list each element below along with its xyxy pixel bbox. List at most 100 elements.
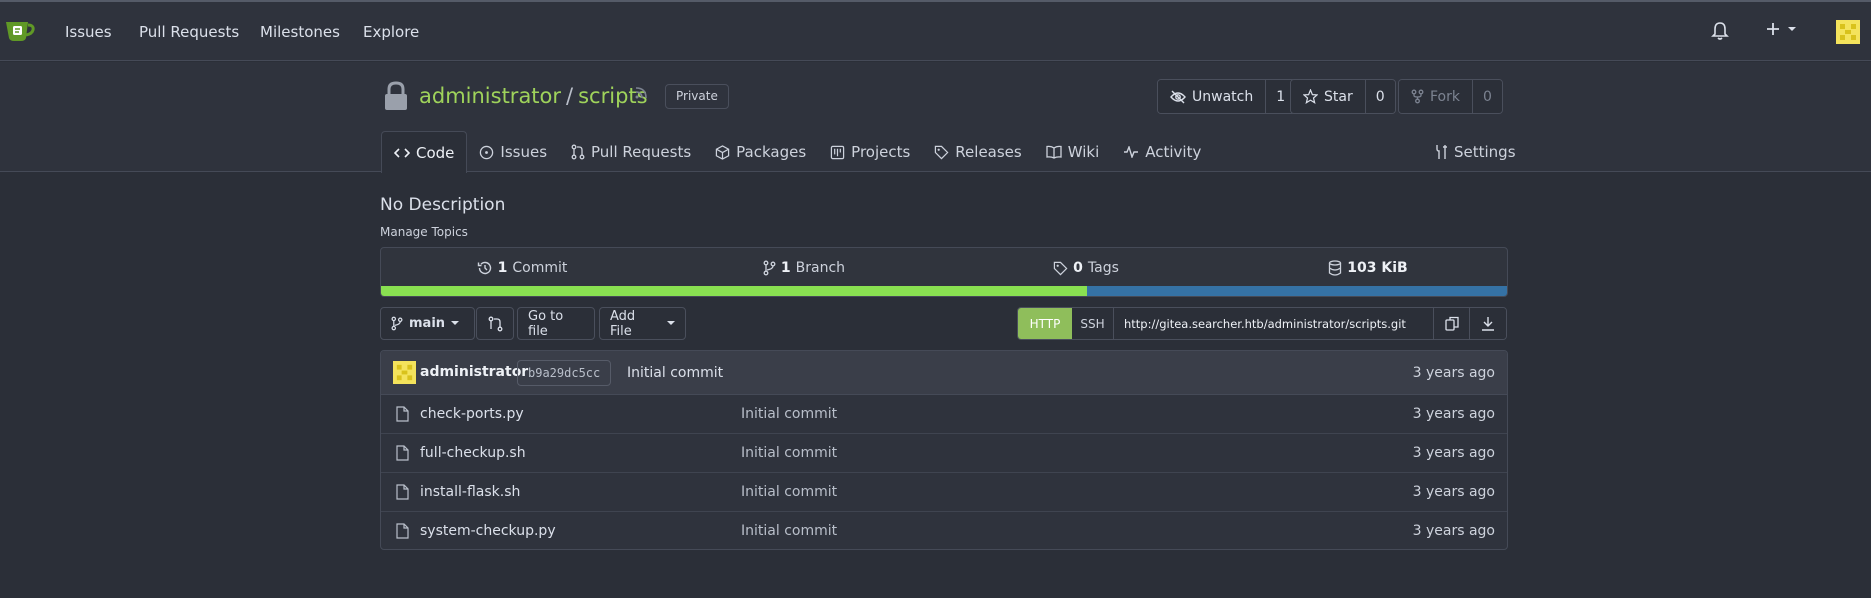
nav-explore[interactable]: Explore bbox=[363, 23, 419, 41]
file-age: 3 years ago bbox=[1412, 406, 1495, 422]
file-name-link[interactable]: check-ports.py bbox=[420, 406, 524, 422]
copy-url-button[interactable] bbox=[1434, 308, 1470, 339]
avatar[interactable] bbox=[393, 361, 416, 384]
branches-stat[interactable]: 1 Branch bbox=[663, 248, 945, 288]
compare-button[interactable] bbox=[476, 307, 514, 340]
commit-sha-link[interactable]: b9a29dc5cc bbox=[517, 360, 612, 386]
tab-packages-label: Packages bbox=[736, 143, 807, 161]
file-name-link[interactable]: install-flask.sh bbox=[420, 484, 520, 500]
fork-icon bbox=[1411, 89, 1424, 104]
project-icon bbox=[830, 145, 845, 159]
commit-age: 3 years ago bbox=[1412, 365, 1495, 381]
repo-title: administrator / scripts bbox=[419, 84, 648, 108]
language-bar-segment bbox=[381, 286, 1087, 296]
branch-selector[interactable]: main bbox=[380, 307, 475, 340]
repo-tabs: Code Issues Pull Requests Packages Proje… bbox=[381, 131, 1213, 173]
package-icon bbox=[715, 144, 730, 160]
repo-size: 103 KiB bbox=[1347, 260, 1408, 276]
fork-count[interactable]: 0 bbox=[1472, 80, 1502, 113]
caret-down-icon bbox=[451, 321, 460, 325]
nav-milestones[interactable]: Milestones bbox=[260, 23, 340, 41]
tab-projects-label: Projects bbox=[851, 143, 911, 161]
file-name-link[interactable]: full-checkup.sh bbox=[420, 445, 526, 461]
lock-icon bbox=[385, 81, 407, 110]
tab-activity[interactable]: Activity bbox=[1111, 131, 1213, 173]
tag-icon bbox=[1053, 261, 1068, 275]
rss-feed-icon[interactable] bbox=[634, 86, 648, 100]
settings-label: Settings bbox=[1454, 143, 1516, 161]
tab-projects[interactable]: Projects bbox=[818, 131, 922, 173]
tab-settings[interactable]: Settings bbox=[1422, 131, 1528, 173]
star-label: Star bbox=[1324, 88, 1353, 105]
branch-name: main bbox=[409, 316, 446, 331]
commit-message-link[interactable]: Initial commit bbox=[627, 365, 723, 381]
issue-icon bbox=[480, 145, 494, 159]
nav-pull-requests[interactable]: Pull Requests bbox=[139, 23, 239, 41]
repo-owner-link[interactable]: administrator bbox=[419, 84, 561, 108]
clone-panel: HTTP SSH http://gitea.searcher.htb/admin… bbox=[1017, 307, 1507, 340]
ssh-clone-button[interactable]: SSH bbox=[1072, 308, 1114, 339]
commit-author-link[interactable]: administrator bbox=[420, 364, 528, 380]
branch-icon bbox=[391, 316, 403, 331]
add-file-label: Add File bbox=[610, 308, 636, 339]
tools-icon bbox=[1436, 145, 1447, 159]
git-compare-icon bbox=[488, 316, 502, 331]
branches-label: Branch bbox=[795, 260, 846, 276]
notifications-bell-icon[interactable] bbox=[1711, 21, 1729, 41]
fork-label: Fork bbox=[1430, 88, 1460, 105]
user-avatar-menu[interactable] bbox=[1836, 20, 1860, 44]
gitea-logo-icon[interactable] bbox=[4, 16, 35, 44]
file-icon bbox=[396, 523, 409, 539]
tab-pull-requests[interactable]: Pull Requests bbox=[559, 131, 703, 173]
go-to-file-button[interactable]: Go to file bbox=[517, 307, 595, 340]
tab-code[interactable]: Code bbox=[381, 131, 468, 173]
download-button[interactable] bbox=[1470, 308, 1506, 339]
unwatch-button[interactable]: Unwatch bbox=[1158, 80, 1267, 113]
star-button[interactable]: Star bbox=[1291, 80, 1366, 113]
star-icon bbox=[1303, 89, 1318, 104]
tag-icon bbox=[935, 145, 949, 159]
create-new-menu[interactable] bbox=[1765, 21, 1797, 37]
copy-icon bbox=[1444, 316, 1459, 331]
caret-down-icon bbox=[667, 321, 675, 325]
branches-count: 1 bbox=[780, 260, 791, 276]
nav-issues[interactable]: Issues bbox=[65, 23, 112, 41]
tab-wiki[interactable]: Wiki bbox=[1034, 131, 1112, 173]
commits-label: Commit bbox=[512, 260, 568, 276]
file-age: 3 years ago bbox=[1412, 484, 1495, 500]
visibility-badge: Private bbox=[665, 84, 729, 109]
tab-code-label: Code bbox=[416, 143, 455, 162]
file-icon bbox=[396, 484, 409, 500]
file-name-link[interactable]: system-checkup.py bbox=[420, 523, 556, 539]
file-commit-message[interactable]: Initial commit bbox=[741, 523, 837, 539]
code-icon bbox=[394, 147, 410, 158]
file-age: 3 years ago bbox=[1412, 523, 1495, 539]
pull-request-icon bbox=[571, 144, 585, 160]
tags-stat[interactable]: 0 Tags bbox=[945, 248, 1227, 288]
manage-topics-link[interactable]: Manage Topics bbox=[380, 225, 468, 239]
tab-issues-label: Issues bbox=[500, 143, 548, 161]
plus-icon bbox=[1767, 23, 1779, 35]
database-icon bbox=[1329, 260, 1342, 276]
fork-button-group: Fork 0 bbox=[1398, 79, 1503, 114]
avatar bbox=[1836, 20, 1860, 44]
latest-commit-row: administrator b9a29dc5cc Initial commit … bbox=[381, 351, 1507, 395]
clone-url-input[interactable]: http://gitea.searcher.htb/administrator/… bbox=[1114, 308, 1434, 339]
repo-description: No Description bbox=[380, 195, 506, 215]
table-row: system-checkup.py Initial commit 3 years… bbox=[381, 512, 1507, 549]
add-file-dropdown[interactable]: Add File bbox=[599, 307, 686, 340]
star-count[interactable]: 0 bbox=[1365, 80, 1395, 113]
tab-issues[interactable]: Issues bbox=[467, 131, 559, 173]
file-commit-message[interactable]: Initial commit bbox=[741, 406, 837, 422]
download-icon bbox=[1482, 317, 1494, 331]
fork-button[interactable]: Fork bbox=[1399, 80, 1473, 113]
tab-packages[interactable]: Packages bbox=[703, 131, 818, 173]
file-commit-message[interactable]: Initial commit bbox=[741, 484, 837, 500]
file-commit-message[interactable]: Initial commit bbox=[741, 445, 837, 461]
repo-title-separator: / bbox=[566, 84, 574, 108]
tab-releases[interactable]: Releases bbox=[922, 131, 1033, 173]
http-clone-button[interactable]: HTTP bbox=[1018, 308, 1072, 339]
history-icon bbox=[477, 261, 491, 275]
tags-count: 0 bbox=[1073, 260, 1083, 276]
commits-stat[interactable]: 1 Commit bbox=[381, 248, 663, 288]
